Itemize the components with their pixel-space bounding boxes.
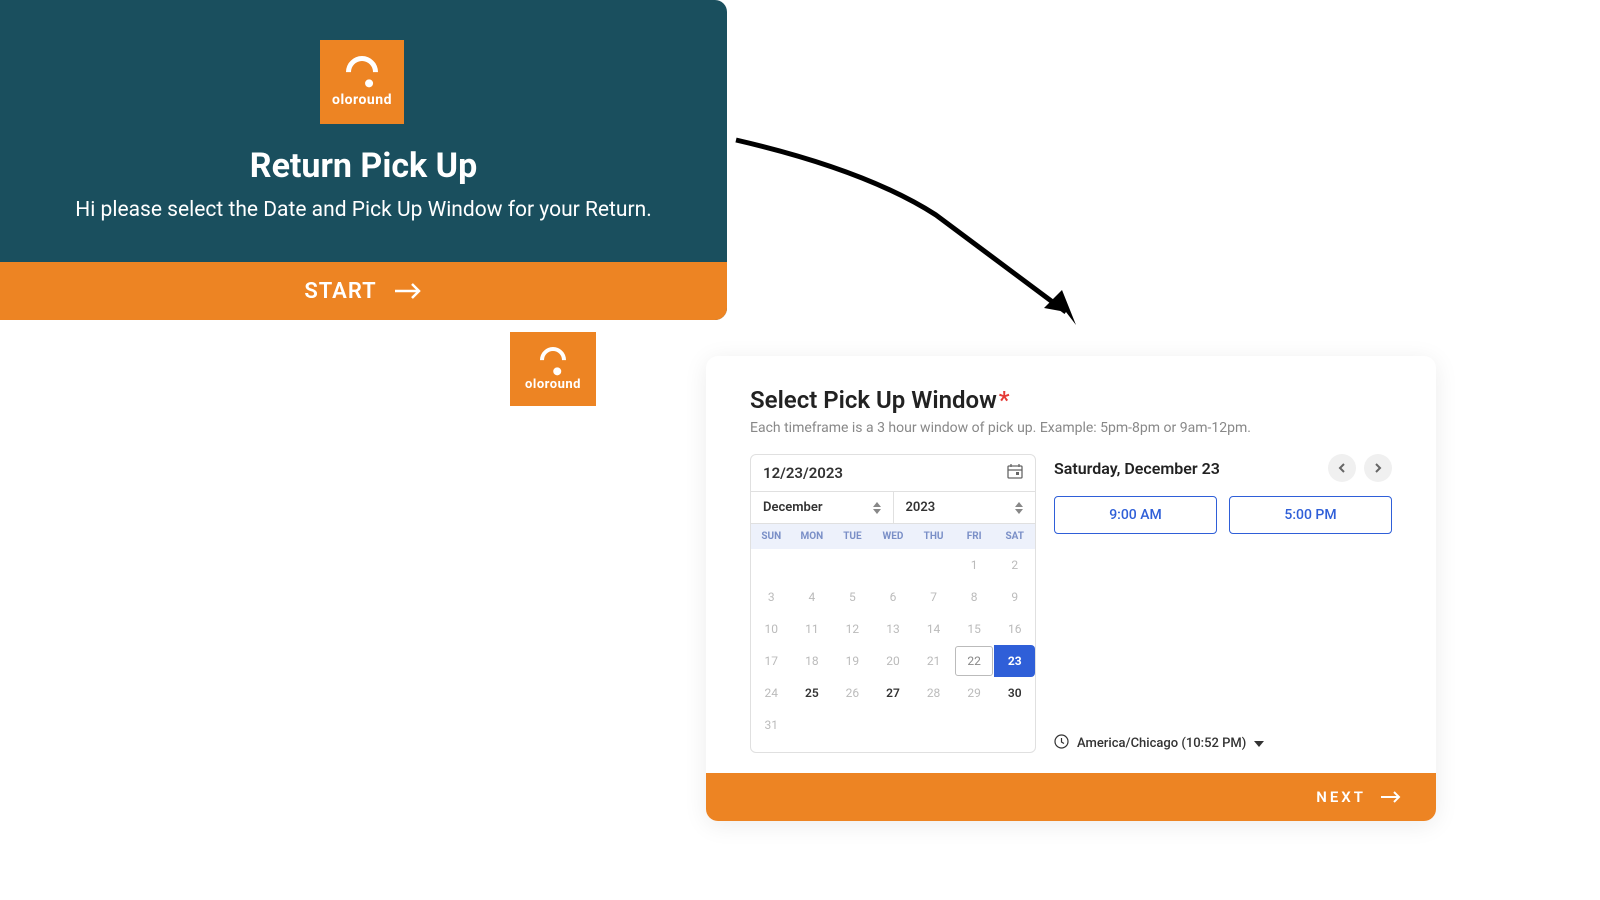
intro-panel: oloround Return Pick Up Hi please select… (0, 0, 727, 320)
calendar-day-cell[interactable]: 6 (873, 581, 914, 613)
start-label: START (304, 279, 376, 304)
dow-cell: FRI (954, 524, 995, 549)
start-button[interactable]: START (0, 262, 727, 320)
calendar-day-cell (994, 709, 1035, 741)
calendar-day-cell (873, 549, 914, 581)
timezone-label: America/Chicago (10:52 PM) (1077, 736, 1246, 751)
logo-icon (535, 341, 572, 378)
calendar-day-cell[interactable]: 17 (751, 645, 792, 677)
dow-cell: TUE (832, 524, 873, 549)
clock-icon (1054, 734, 1069, 753)
time-slot-button[interactable]: 5:00 PM (1229, 496, 1392, 534)
calendar-week-row: 31 (751, 709, 1035, 741)
calendar-week-row: 24252627282930 (751, 677, 1035, 709)
required-marker: * (999, 386, 1010, 414)
calendar-day-cell[interactable]: 20 (873, 645, 914, 677)
dow-cell: SAT (994, 524, 1035, 549)
panel-title-text: Select Pick Up Window (750, 386, 997, 414)
calendar-week-row: 3456789 (751, 581, 1035, 613)
calendar-day-cell[interactable]: 13 (873, 613, 914, 645)
calendar-day-cell (832, 549, 873, 581)
calendar-day-cell[interactable]: 27 (873, 677, 914, 709)
dropdown-icon (1254, 741, 1264, 747)
calendar-day-cell[interactable]: 2 (994, 549, 1035, 581)
calendar-day-cell (873, 709, 914, 741)
dow-cell: MON (792, 524, 833, 549)
calendar-day-cell[interactable]: 19 (832, 645, 873, 677)
calendar-day-cell (792, 709, 833, 741)
year-label: 2023 (906, 500, 936, 515)
calendar-day-cell[interactable]: 14 (913, 613, 954, 645)
month-label: December (763, 500, 823, 515)
calendar-day-cell (913, 709, 954, 741)
year-selector[interactable]: 2023 (894, 492, 1036, 523)
calendar-day-cell[interactable]: 11 (792, 613, 833, 645)
calendar-icon (1007, 463, 1023, 483)
calendar-day-cell[interactable]: 18 (792, 645, 833, 677)
calendar-day-cell[interactable]: 24 (751, 677, 792, 709)
calendar-day-cell[interactable]: 10 (751, 613, 792, 645)
calendar: 12/23/2023 December (750, 454, 1036, 753)
calendar-week-row: 17181920212223 (751, 645, 1035, 677)
calendar-day-cell (954, 709, 995, 741)
calendar-day-cell (913, 549, 954, 581)
calendar-day-cell[interactable]: 23 (994, 645, 1035, 677)
logo-icon (339, 49, 384, 94)
calendar-day-cell[interactable]: 3 (751, 581, 792, 613)
calendar-day-cell[interactable]: 1 (954, 549, 995, 581)
pickup-window-panel: Select Pick Up Window* Each timeframe is… (706, 356, 1436, 821)
brand-name: oloround (332, 92, 392, 108)
next-day-button[interactable] (1364, 454, 1392, 482)
calendar-day-cell[interactable]: 9 (994, 581, 1035, 613)
dow-cell: THU (913, 524, 954, 549)
calendar-day-cell[interactable]: 21 (913, 645, 954, 677)
arrow-right-icon (1380, 790, 1402, 804)
calendar-week-row: 12 (751, 549, 1035, 581)
calendar-day-cell[interactable]: 22 (954, 645, 995, 677)
calendar-day-cell[interactable]: 8 (954, 581, 995, 613)
time-slot-list: 9:00 AM 5:00 PM (1054, 496, 1392, 534)
dow-cell: SUN (751, 524, 792, 549)
calendar-day-cell[interactable]: 25 (792, 677, 833, 709)
month-selector[interactable]: December (751, 492, 894, 523)
flow-arrow-icon (726, 130, 1086, 340)
calendar-week-row: 10111213141516 (751, 613, 1035, 645)
prev-day-button[interactable] (1328, 454, 1356, 482)
calendar-day-cell[interactable]: 12 (832, 613, 873, 645)
calendar-day-cell[interactable]: 16 (994, 613, 1035, 645)
spinner-icon (1015, 502, 1023, 514)
calendar-day-cell[interactable]: 5 (832, 581, 873, 613)
arrow-right-icon (393, 282, 423, 300)
panel-subtitle: Each timeframe is a 3 hour window of pic… (750, 420, 1392, 436)
dow-cell: WED (873, 524, 914, 549)
timezone-selector[interactable]: America/Chicago (10:52 PM) (1054, 734, 1392, 753)
calendar-day-cell[interactable]: 4 (792, 581, 833, 613)
date-input-row[interactable]: 12/23/2023 (751, 455, 1035, 492)
next-label: NEXT (1316, 788, 1366, 806)
calendar-day-cell[interactable]: 29 (954, 677, 995, 709)
brand-logo: oloround (320, 40, 404, 124)
intro-subtitle: Hi please select the Date and Pick Up Wi… (0, 198, 727, 222)
calendar-day-cell[interactable]: 15 (954, 613, 995, 645)
calendar-day-cell[interactable]: 7 (913, 581, 954, 613)
intro-title: Return Pick Up (0, 146, 727, 186)
selected-date-header: Saturday, December 23 (1054, 459, 1220, 478)
next-button[interactable]: NEXT (706, 773, 1436, 821)
day-of-week-header: SUNMONTUEWEDTHUFRISAT (751, 524, 1035, 549)
time-slot-button[interactable]: 9:00 AM (1054, 496, 1217, 534)
calendar-day-cell (751, 549, 792, 581)
calendar-grid: 1234567891011121314151617181920212223242… (751, 549, 1035, 741)
calendar-day-cell[interactable]: 30 (994, 677, 1035, 709)
brand-logo-secondary: oloround (510, 332, 596, 406)
calendar-day-cell[interactable]: 28 (913, 677, 954, 709)
brand-name: oloround (525, 377, 581, 392)
calendar-day-cell (792, 549, 833, 581)
panel-title: Select Pick Up Window* (750, 386, 1392, 414)
calendar-day-cell (832, 709, 873, 741)
date-input-value: 12/23/2023 (763, 464, 843, 482)
calendar-day-cell[interactable]: 26 (832, 677, 873, 709)
calendar-day-cell[interactable]: 31 (751, 709, 792, 741)
spinner-icon (873, 502, 881, 514)
